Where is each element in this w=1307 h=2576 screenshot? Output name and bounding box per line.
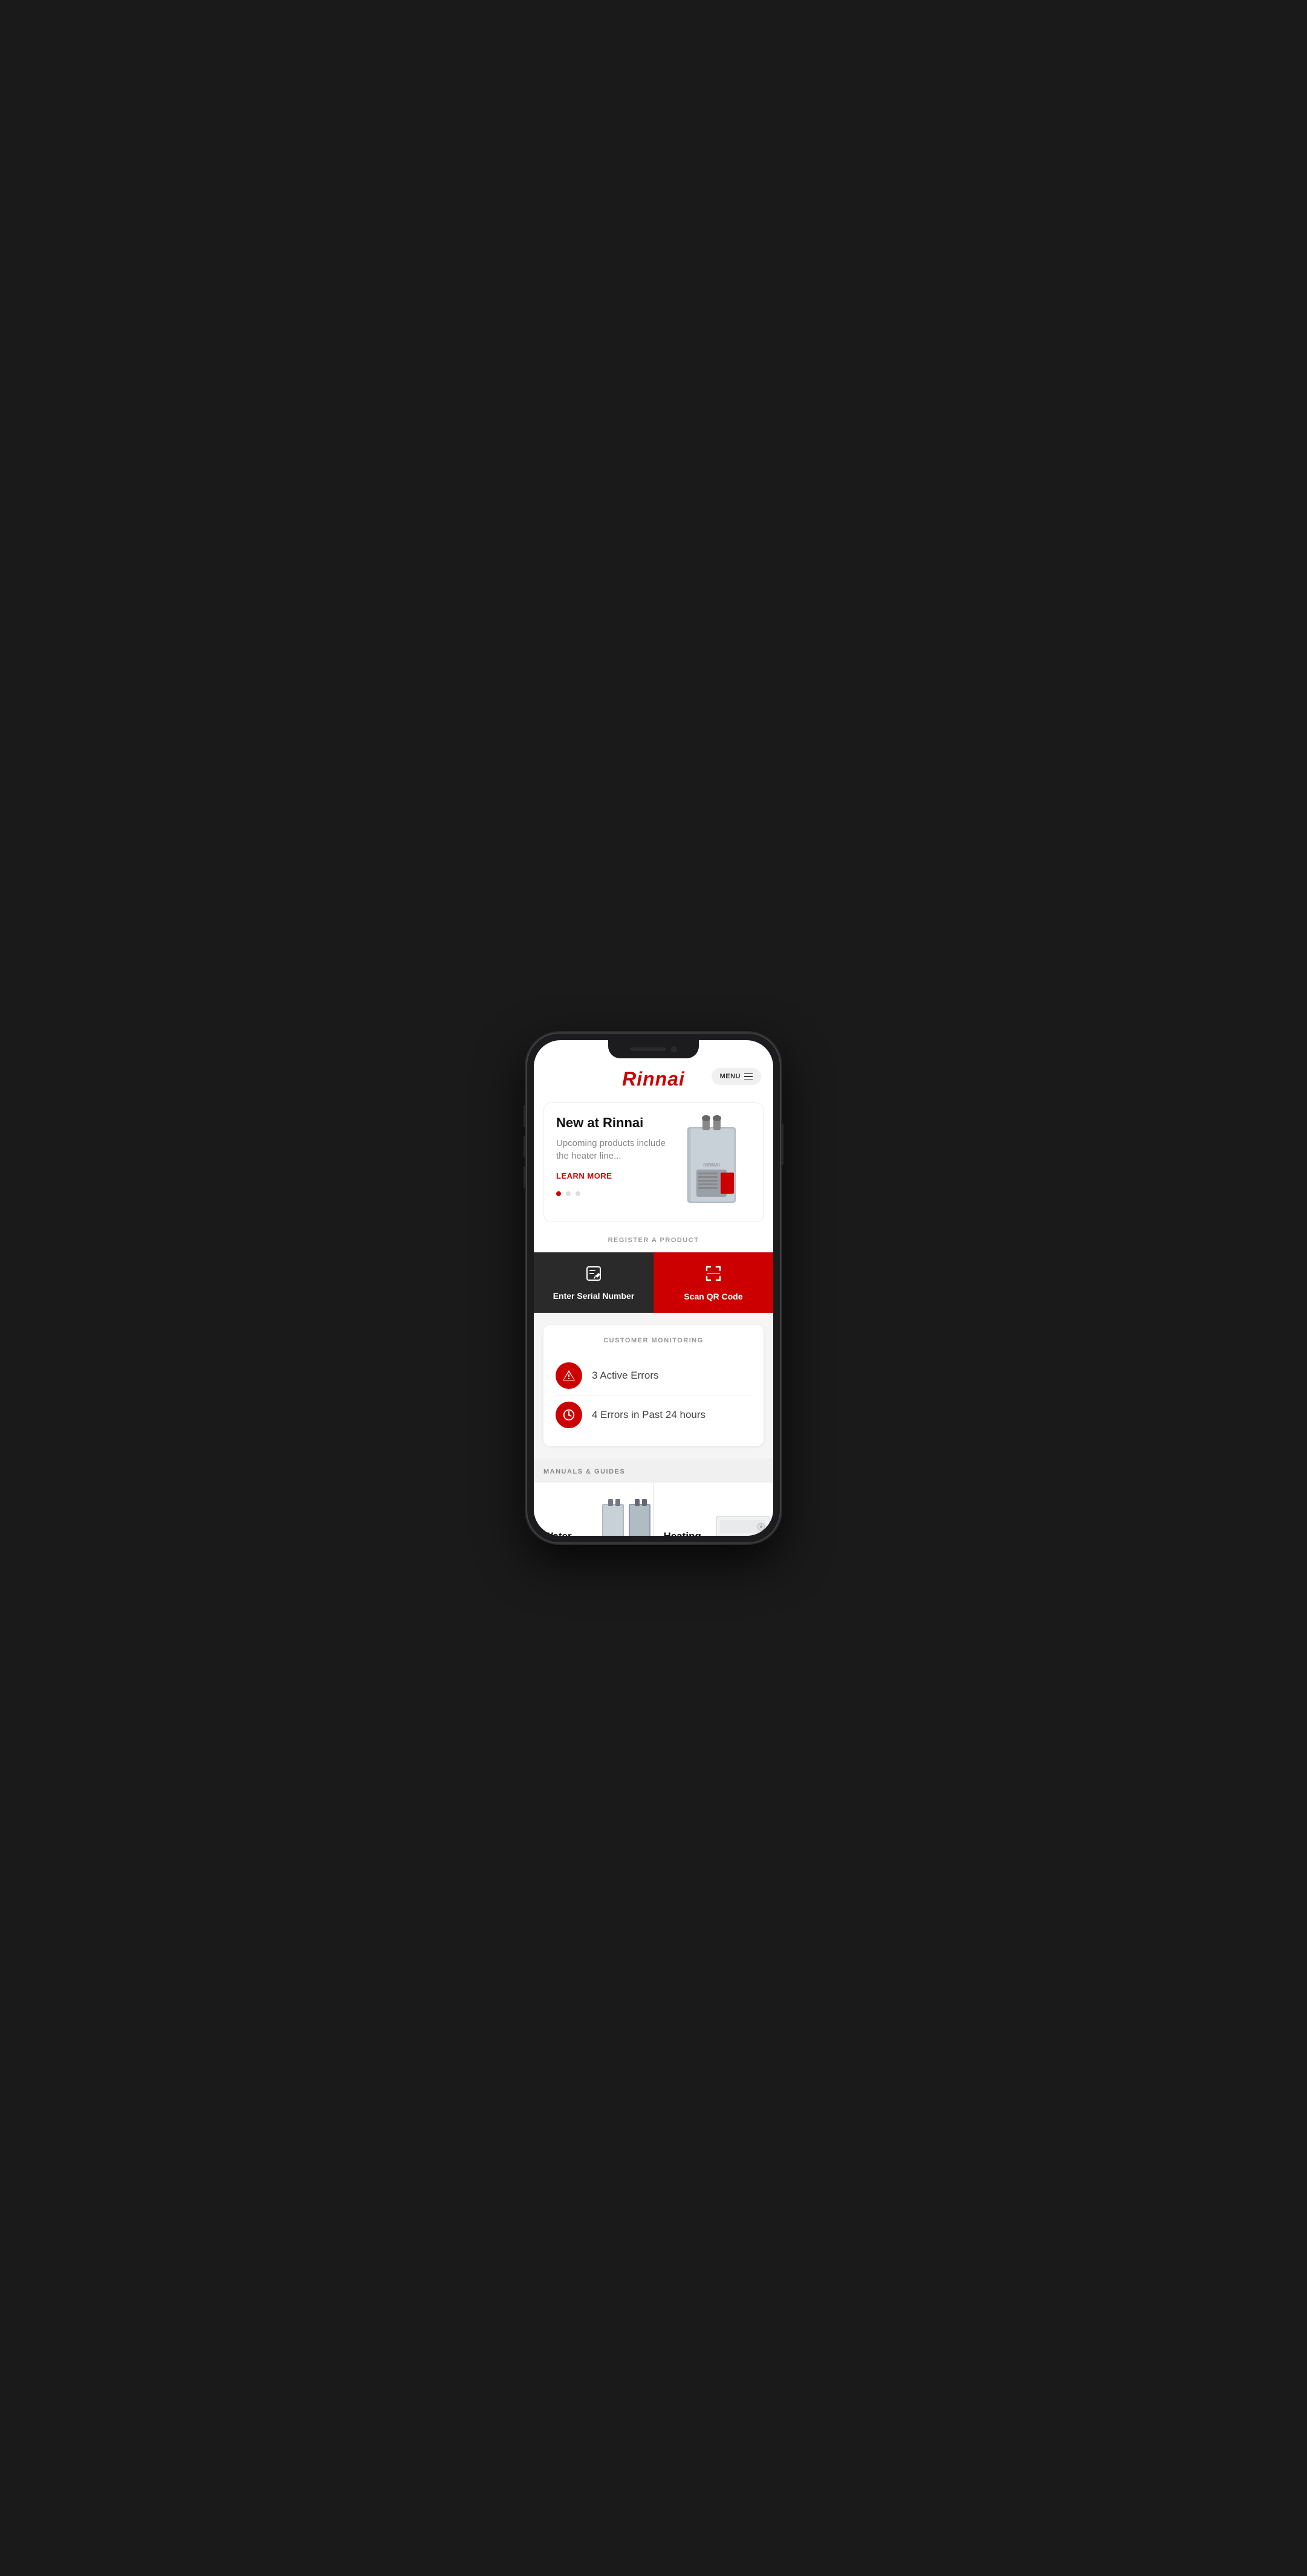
hero-product-image: RINNAI [672, 1115, 751, 1212]
carousel-dot-2[interactable] [566, 1191, 571, 1196]
manuals-title: MANUALS & GUIDES [534, 1468, 773, 1483]
phone-frame: Rinnai MENU New at Rinnai Upcoming produ… [527, 1033, 780, 1543]
notch [608, 1040, 699, 1058]
heating-product-image [713, 1495, 773, 1536]
camera [671, 1046, 677, 1052]
product-image-svg: RINNAI [675, 1115, 748, 1212]
active-errors-item[interactable]: 3 Active Errors [556, 1356, 751, 1395]
action-buttons: Enter Serial Number [534, 1252, 773, 1313]
speaker [630, 1047, 666, 1051]
hero-title: New at Rinnai [556, 1115, 672, 1131]
carousel-dot-1[interactable] [556, 1191, 561, 1196]
carousel-dots [556, 1191, 672, 1196]
scan-qr-button[interactable]: Scan QR Code [654, 1252, 773, 1313]
menu-label: MENU [720, 1073, 741, 1080]
monitoring-card: CUSTOMER MONITORING 3 Active Errors [543, 1325, 764, 1446]
app-logo: Rinnai [622, 1068, 685, 1090]
warning-icon [556, 1362, 582, 1389]
heating-products-card[interactable]: HeatingProducts [654, 1483, 774, 1536]
manuals-grid: WaterHeaters [534, 1483, 773, 1536]
monitoring-section: CUSTOMER MONITORING 3 Active Errors [534, 1313, 773, 1458]
screen-content: Rinnai MENU New at Rinnai Upcoming produ… [534, 1040, 773, 1536]
qr-button-label: Scan QR Code [684, 1292, 742, 1301]
manuals-section: MANUALS & GUIDES WaterHeaters [534, 1458, 773, 1536]
past-errors-text: 4 Errors in Past 24 hours [592, 1409, 705, 1421]
serial-button-label: Enter Serial Number [553, 1291, 635, 1301]
svg-text:RINNAI: RINNAI [703, 1162, 720, 1168]
enter-serial-button[interactable]: Enter Serial Number [534, 1252, 654, 1313]
clock-icon [556, 1402, 582, 1428]
water-heaters-card[interactable]: WaterHeaters [534, 1483, 654, 1536]
water-heaters-label: WaterHeaters [543, 1530, 581, 1536]
hamburger-icon [744, 1073, 753, 1080]
menu-button[interactable]: MENU [712, 1068, 761, 1085]
heating-products-label: HeatingProducts [664, 1530, 709, 1536]
carousel-dot-3[interactable] [576, 1191, 580, 1196]
edit-icon [585, 1265, 602, 1286]
hero-banner: New at Rinnai Upcoming products include … [543, 1102, 764, 1222]
app-header: Rinnai MENU [534, 1058, 773, 1096]
water-heater-image [593, 1495, 654, 1536]
register-section: REGISTER A PRODUCT [534, 1228, 773, 1252]
learn-more-link[interactable]: LEARN MORE [556, 1171, 612, 1180]
active-errors-text: 3 Active Errors [592, 1370, 659, 1382]
qr-icon [704, 1264, 722, 1287]
past-errors-item[interactable]: 4 Errors in Past 24 hours [556, 1395, 751, 1434]
register-label: REGISTER A PRODUCT [542, 1237, 765, 1244]
hero-text: New at Rinnai Upcoming products include … [556, 1115, 672, 1196]
phone-screen: Rinnai MENU New at Rinnai Upcoming produ… [534, 1040, 773, 1536]
monitoring-title: CUSTOMER MONITORING [556, 1337, 751, 1344]
hero-description: Upcoming products include the heater lin… [556, 1137, 672, 1162]
